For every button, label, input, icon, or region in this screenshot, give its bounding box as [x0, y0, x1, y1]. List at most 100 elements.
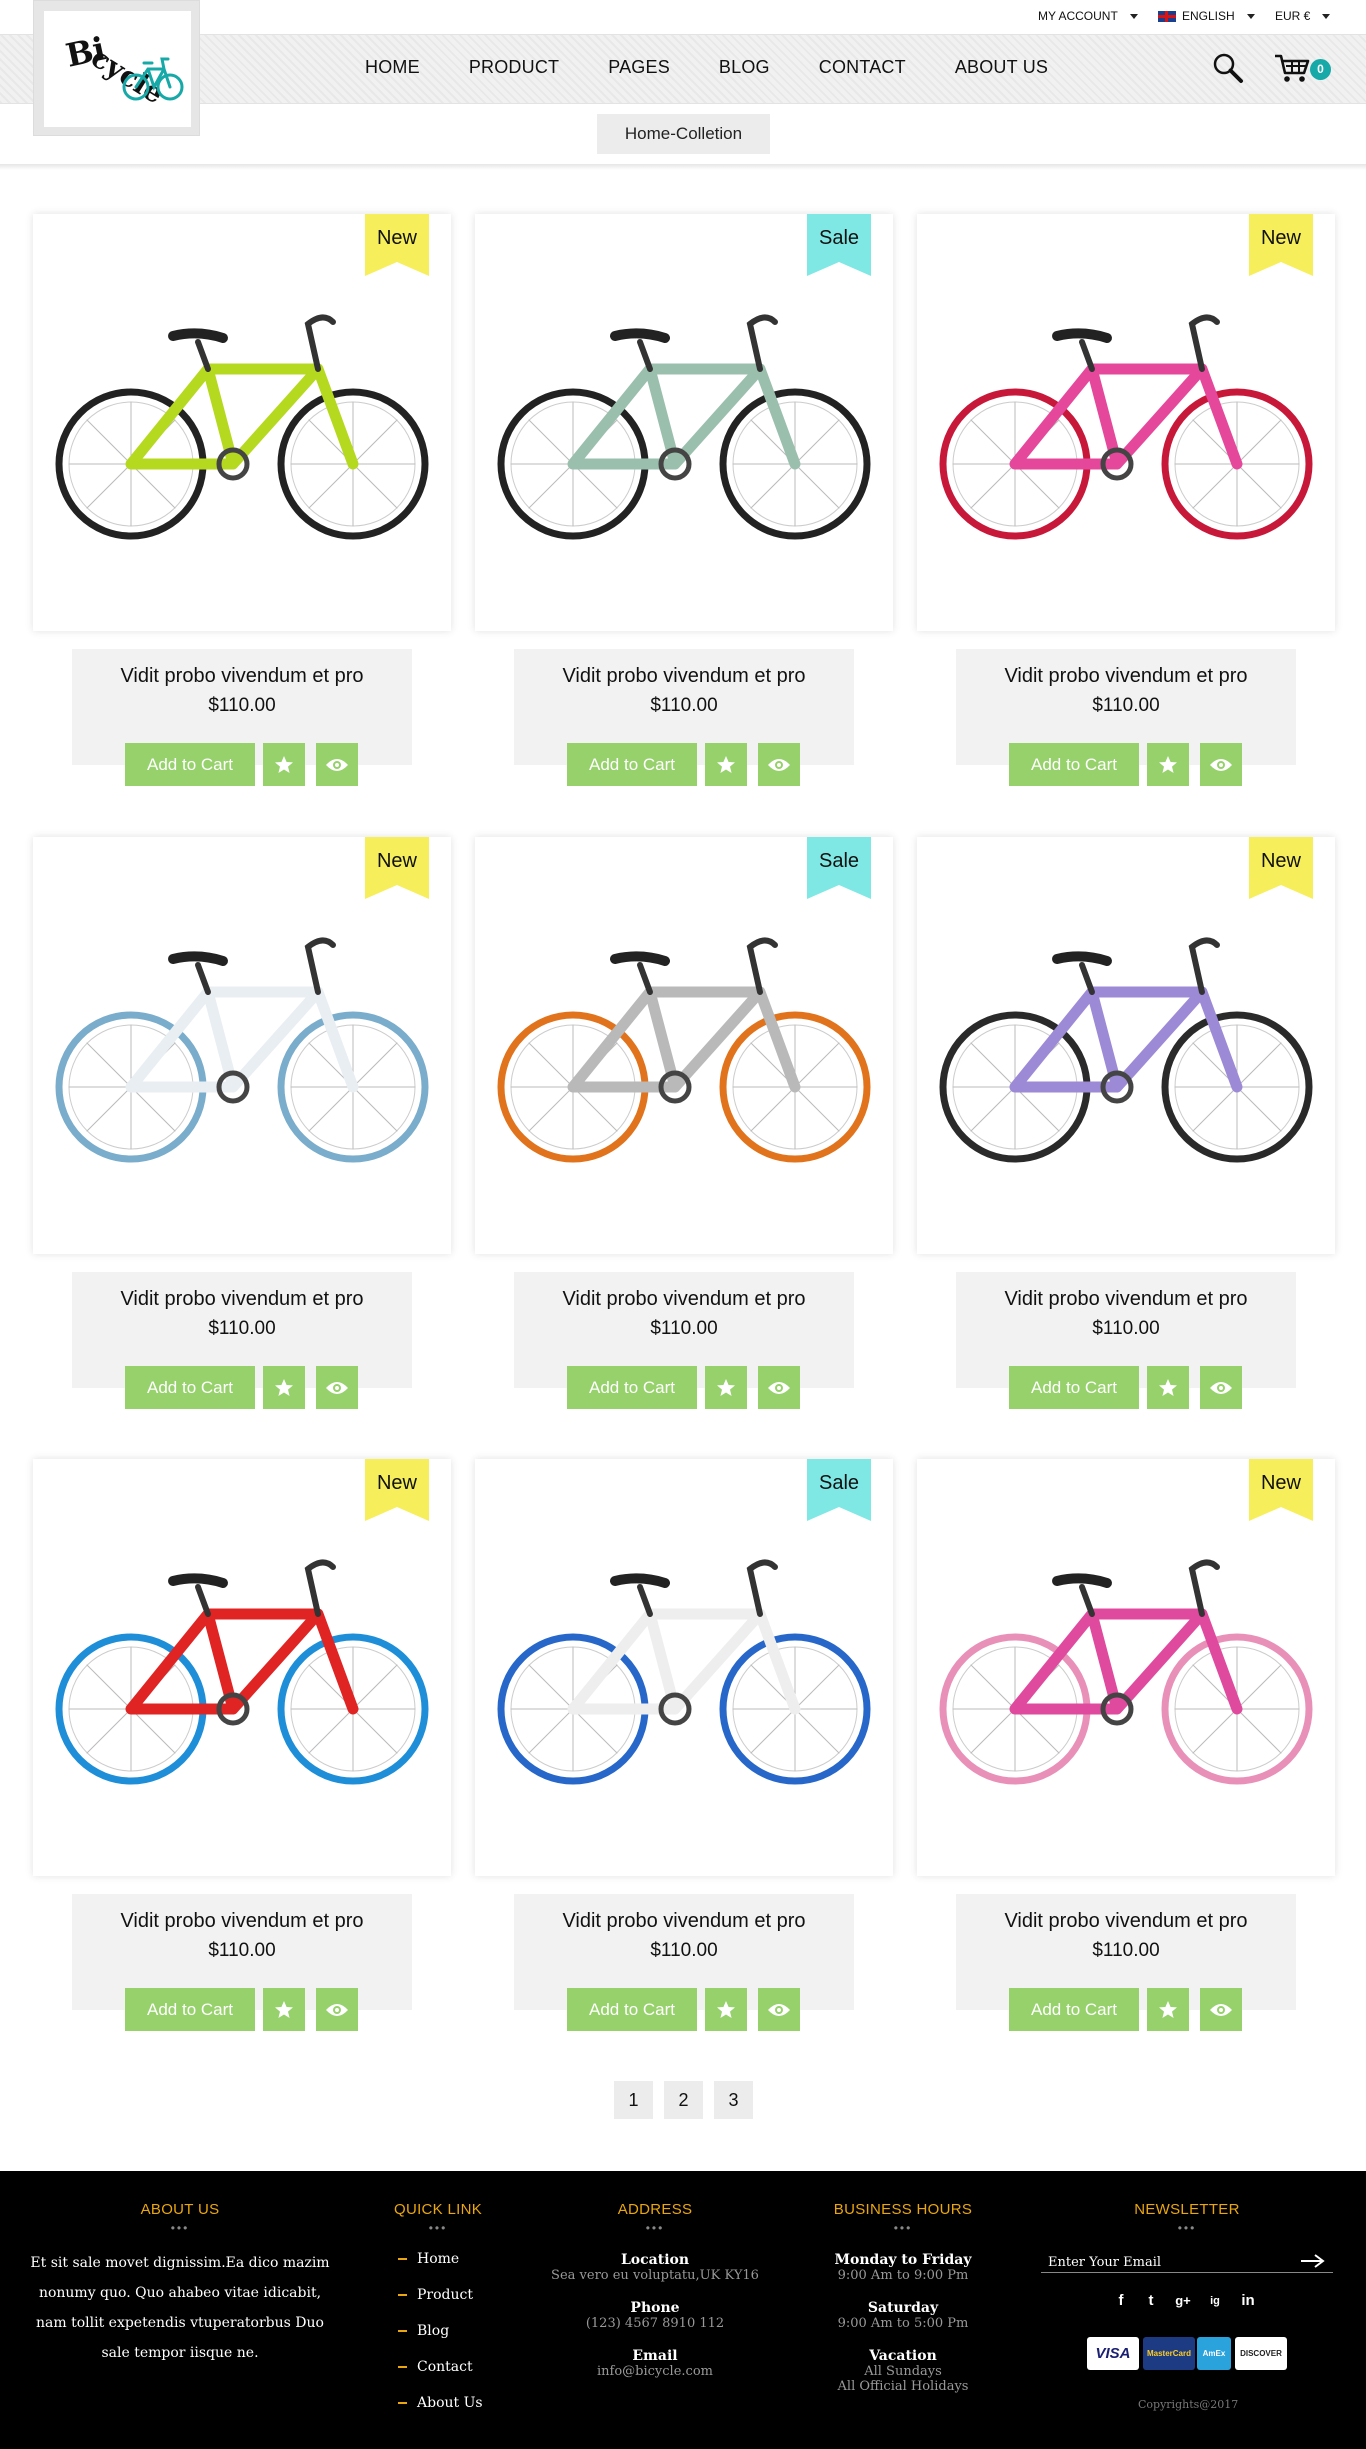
- my-account-dropdown[interactable]: MY ACCOUNT: [1038, 9, 1138, 23]
- wishlist-button[interactable]: [705, 743, 747, 786]
- product-card[interactable]: New: [33, 1459, 451, 1876]
- page-3-button[interactable]: 3: [714, 2081, 753, 2119]
- wishlist-button[interactable]: [1147, 1988, 1189, 2031]
- quick-view-button[interactable]: [1200, 743, 1242, 786]
- quick-view-button[interactable]: [758, 1366, 800, 1409]
- phone-value: (123) 4567 8910 112: [585, 2316, 725, 2331]
- star-icon: [1159, 755, 1177, 773]
- wishlist-button[interactable]: [1147, 743, 1189, 786]
- footer-link-home[interactable]: Home: [398, 2251, 459, 2267]
- cart-icon[interactable]: [1274, 52, 1310, 84]
- product-name[interactable]: Vidit probo vivendum et pro: [72, 1910, 412, 1933]
- product-name[interactable]: Vidit probo vivendum et pro: [514, 1910, 854, 1933]
- add-to-cart-button[interactable]: Add to Cart: [567, 1988, 697, 2031]
- add-to-cart-button[interactable]: Add to Cart: [1009, 1988, 1139, 2031]
- product-badge: New: [376, 1472, 417, 1494]
- product-card[interactable]: New: [33, 214, 451, 631]
- add-to-cart-button[interactable]: Add to Cart: [125, 743, 255, 786]
- quick-view-button[interactable]: [316, 1366, 358, 1409]
- star-icon: [717, 755, 735, 773]
- wishlist-button[interactable]: [705, 1366, 747, 1409]
- product-name[interactable]: Vidit probo vivendum et pro: [956, 665, 1296, 688]
- product-card[interactable]: Sale: [475, 214, 893, 631]
- wishlist-button[interactable]: [705, 1988, 747, 2031]
- instagram-icon[interactable]: ig: [1205, 2291, 1225, 2311]
- bicycle-image: [55, 314, 429, 540]
- nav-contact[interactable]: CONTACT: [819, 57, 906, 78]
- arrow-right-icon[interactable]: [1300, 2253, 1326, 2269]
- product-card[interactable]: New: [917, 837, 1335, 1254]
- eye-icon: [1210, 2003, 1232, 2016]
- star-icon: [275, 755, 293, 773]
- email-label: Email: [632, 2348, 678, 2364]
- add-to-cart-button[interactable]: Add to Cart: [1009, 1366, 1139, 1409]
- product-card[interactable]: New: [917, 1459, 1335, 1876]
- page-2-button[interactable]: 2: [664, 2081, 703, 2119]
- footer-link-contact[interactable]: Contact: [398, 2359, 473, 2375]
- quick-view-button[interactable]: [758, 743, 800, 786]
- newsletter-email-input[interactable]: Enter Your Email: [1048, 2255, 1161, 2270]
- product-badge: New: [1260, 227, 1301, 249]
- chevron-down-icon: [1246, 13, 1255, 19]
- language-dropdown[interactable]: ENGLISH: [1158, 9, 1255, 23]
- footer-link-about-us[interactable]: About Us: [398, 2395, 483, 2411]
- add-to-cart-button[interactable]: Add to Cart: [125, 1366, 255, 1409]
- wishlist-button[interactable]: [263, 1366, 305, 1409]
- product-name[interactable]: Vidit probo vivendum et pro: [72, 665, 412, 688]
- add-to-cart-button[interactable]: Add to Cart: [567, 743, 697, 786]
- product-card[interactable]: Sale: [475, 837, 893, 1254]
- product-name[interactable]: Vidit probo vivendum et pro: [514, 665, 854, 688]
- wishlist-button[interactable]: [1147, 1366, 1189, 1409]
- currency-dropdown[interactable]: EUR €: [1275, 9, 1331, 23]
- add-to-cart-button[interactable]: Add to Cart: [125, 1988, 255, 2031]
- linkedin-icon[interactable]: in: [1238, 2291, 1258, 2311]
- footer-link-product[interactable]: Product: [398, 2287, 473, 2303]
- google-plus-icon[interactable]: g+: [1173, 2291, 1193, 2311]
- quick-view-button[interactable]: [316, 743, 358, 786]
- product-price: $110.00: [1092, 1940, 1160, 1961]
- footer-link-blog[interactable]: Blog: [398, 2323, 449, 2339]
- add-to-cart-button[interactable]: Add to Cart: [1009, 743, 1139, 786]
- dash-icon: [398, 2330, 407, 2332]
- wishlist-button[interactable]: [263, 743, 305, 786]
- quick-view-button[interactable]: [758, 1988, 800, 2031]
- vacation-holidays: All Official Holidays: [837, 2379, 969, 2394]
- weekday-hours: 9:00 Am to 9:00 Pm: [837, 2268, 969, 2283]
- nav-product[interactable]: PRODUCT: [469, 57, 559, 78]
- product-name[interactable]: Vidit probo vivendum et pro: [956, 1288, 1296, 1311]
- nav-pages[interactable]: PAGES: [608, 57, 670, 78]
- twitter-icon[interactable]: t: [1141, 2291, 1161, 2311]
- product-badge: New: [1260, 850, 1301, 872]
- nav-blog[interactable]: BLOG: [719, 57, 770, 78]
- quick-view-button[interactable]: [1200, 1988, 1242, 2031]
- product-name[interactable]: Vidit probo vivendum et pro: [72, 1288, 412, 1311]
- product-card[interactable]: New: [917, 214, 1335, 631]
- weekday-label: Monday to Friday: [834, 2252, 972, 2268]
- language-label: ENGLISH: [1182, 9, 1235, 23]
- bicycle-image: [939, 1559, 1313, 1785]
- bicycle-logo-icon: [122, 57, 184, 101]
- footer-address-block: Location Sea vero eu voluptatu,UK KY16 P…: [505, 2252, 805, 2379]
- wishlist-button[interactable]: [263, 1988, 305, 2031]
- search-icon[interactable]: [1212, 52, 1244, 84]
- nav-about-us[interactable]: ABOUT US: [955, 57, 1048, 78]
- footer-divider-dots: •••: [893, 2221, 913, 2235]
- page-1-button[interactable]: 1: [614, 2081, 653, 2119]
- nav-home[interactable]: HOME: [365, 57, 420, 78]
- breadcrumb: Home-Colletion: [597, 114, 770, 154]
- product-name[interactable]: Vidit probo vivendum et pro: [514, 1288, 854, 1311]
- quick-view-button[interactable]: [1200, 1366, 1242, 1409]
- site-logo[interactable]: Bi cycle: [33, 0, 200, 136]
- location-label: Location: [620, 2252, 690, 2268]
- product-card[interactable]: Sale: [475, 1459, 893, 1876]
- add-to-cart-button[interactable]: Add to Cart: [567, 1366, 697, 1409]
- quick-view-button[interactable]: [316, 1988, 358, 2031]
- product-name[interactable]: Vidit probo vivendum et pro: [956, 1910, 1296, 1933]
- footer-link-label: Home: [417, 2251, 460, 2267]
- facebook-icon[interactable]: f: [1111, 2291, 1131, 2311]
- bicycle-image: [497, 1559, 871, 1785]
- bicycle-image: [55, 937, 429, 1163]
- footer-link-label: About Us: [417, 2395, 483, 2411]
- product-card[interactable]: New: [33, 837, 451, 1254]
- footer-divider-dots: •••: [428, 2221, 448, 2235]
